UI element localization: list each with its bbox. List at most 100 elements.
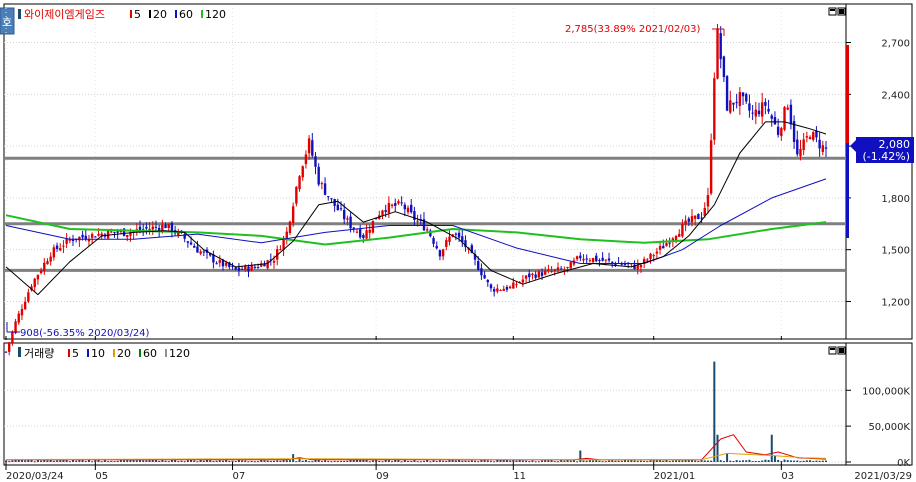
candle-body [247, 266, 250, 272]
volume-bar [818, 460, 821, 462]
volume-bar [429, 461, 432, 463]
candle-body [432, 237, 435, 244]
volume-bar [311, 461, 314, 463]
volume-bar [521, 460, 524, 462]
volume-bar [604, 461, 607, 463]
volume-bar [754, 460, 757, 462]
volume-bar [815, 460, 818, 462]
volume-bar [486, 460, 489, 462]
candle-body [49, 256, 52, 262]
min-annotation-text: 908(-56.35% 2020/03/24) [20, 328, 150, 339]
volume-bar [678, 460, 681, 462]
price-tick-label: 2,400 [881, 90, 910, 101]
candle-body [256, 267, 260, 269]
volume-bar [582, 460, 585, 462]
volume-bar [186, 460, 189, 462]
candle-body [435, 245, 438, 249]
candle-body [154, 226, 158, 228]
candle-body [537, 271, 541, 278]
legend-label-5: 5 [134, 8, 141, 21]
volume-bar [400, 461, 403, 463]
volume-bar [668, 461, 671, 463]
volume-bar [652, 460, 655, 462]
candle-body [818, 139, 821, 149]
candle-body [441, 249, 445, 257]
candle-body [489, 284, 493, 289]
candle-body [652, 255, 655, 257]
volume-bar [697, 460, 700, 462]
candle-body [486, 279, 489, 283]
price-tick-label: 1,200 [881, 297, 910, 308]
candle-body [106, 230, 110, 239]
volume-bar [805, 460, 808, 462]
candle-body [336, 204, 340, 211]
candle-body [33, 278, 36, 288]
candle-body [748, 103, 751, 111]
candle-body [805, 136, 809, 138]
candle-body [716, 28, 719, 79]
volume-bar [493, 461, 496, 463]
candle-body [23, 301, 27, 310]
candle-body [540, 272, 544, 276]
volume-bar [324, 460, 327, 462]
volume-title: 거래량 [24, 347, 54, 360]
volume-bar [821, 460, 824, 462]
candle-body [741, 92, 745, 97]
x-tick-label: 2020/03/24 [6, 471, 64, 482]
legend-swatch-10 [87, 349, 89, 357]
legend-swatch-5 [68, 349, 70, 357]
candle-body [87, 239, 91, 242]
legend-label-120: 120 [205, 8, 226, 21]
volume-bar [241, 460, 244, 462]
candle-body [266, 260, 269, 269]
candle-body [773, 117, 777, 125]
candle-body [240, 268, 244, 270]
volume-bar [161, 460, 164, 462]
volume-bar [719, 460, 722, 462]
volume-bar [276, 460, 279, 462]
volume-bar [534, 461, 537, 463]
candle-body [157, 227, 161, 231]
volume-bar [483, 460, 486, 462]
candle-body [457, 232, 461, 238]
volume-bar [288, 460, 291, 462]
volume-bar [703, 460, 706, 462]
volume-bar [8, 461, 11, 463]
candle-body [320, 183, 324, 185]
volume-bar [285, 460, 288, 462]
price-range-bar-down [846, 143, 849, 238]
volume-bar [675, 460, 678, 462]
volume-bar [598, 460, 601, 462]
volume-bar [126, 460, 129, 462]
volume-bar [748, 459, 751, 462]
candle-body [381, 210, 384, 216]
volume-bar [266, 460, 269, 462]
candle-body [563, 269, 566, 271]
candle-body [365, 230, 368, 239]
volume-bar [365, 460, 368, 462]
candle-body [713, 78, 716, 140]
volume-bar [770, 434, 773, 462]
candle-body [301, 166, 304, 178]
volume-bar [320, 461, 323, 463]
price-tick-label: 2,700 [881, 39, 910, 50]
volume-bar [158, 460, 161, 462]
candle-body [591, 257, 595, 263]
candle-body [311, 140, 314, 156]
candle-body [406, 207, 410, 213]
candle-body [410, 204, 413, 213]
candle-body [480, 268, 483, 276]
candle-body [298, 176, 301, 190]
volume-bar [489, 460, 492, 462]
volume-bar [509, 460, 512, 462]
volume-bar [438, 460, 441, 462]
max-annotation-text: 2,785(33.89% 2021/02/03) [565, 24, 700, 35]
candle-body [425, 229, 429, 231]
candle-body [36, 274, 40, 280]
candle-body [14, 321, 17, 334]
candle-body [601, 257, 604, 261]
candle-body [812, 132, 815, 140]
minimize-button-fill [830, 9, 835, 11]
volume-bar [292, 454, 295, 462]
candle-body [719, 33, 722, 60]
